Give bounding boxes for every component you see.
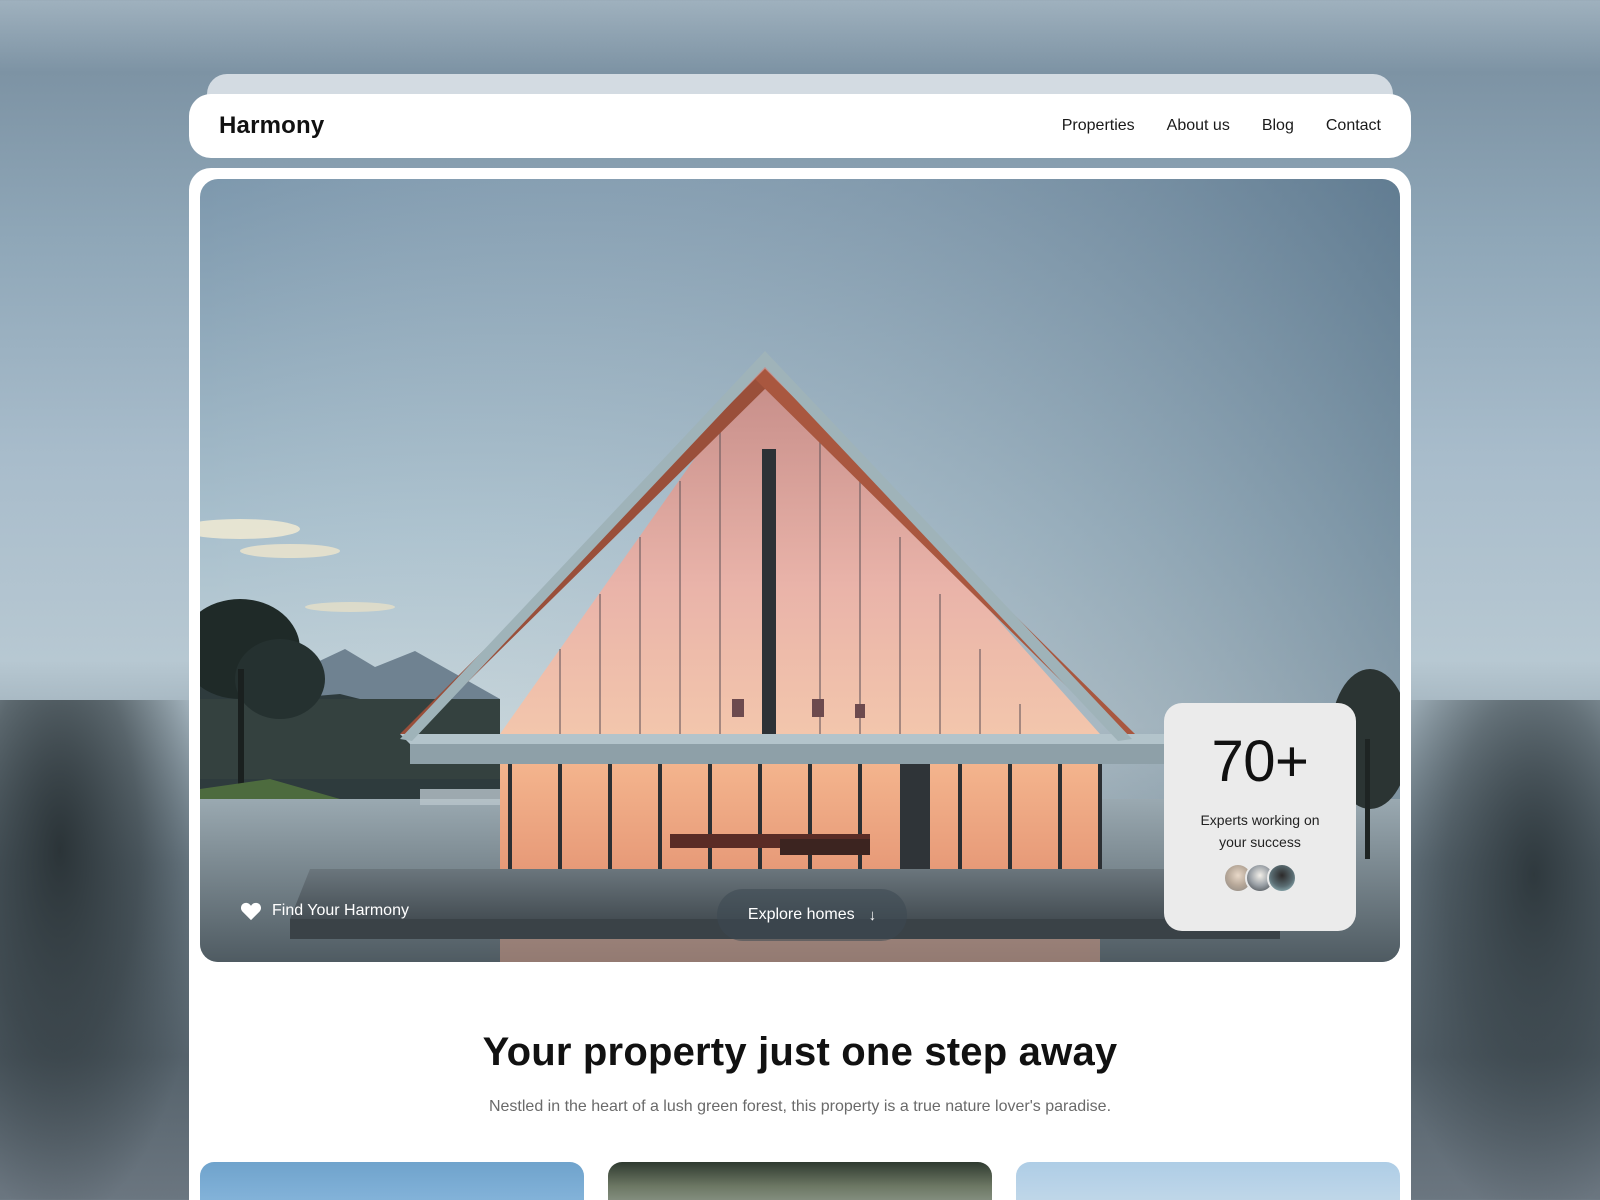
background-blur-right (1380, 700, 1600, 1200)
nav-links: Properties About us Blog Contact (1062, 117, 1381, 135)
property-card[interactable] (1016, 1162, 1400, 1200)
property-card[interactable] (200, 1162, 584, 1200)
avatar (1267, 863, 1297, 893)
nav-link-blog[interactable]: Blog (1262, 117, 1294, 135)
heart-icon (240, 902, 262, 921)
explore-homes-button[interactable]: Explore homes ↓ (717, 889, 907, 941)
stat-caption: Experts working on your success (1200, 812, 1320, 850)
hero-tagline-text: Find Your Harmony (272, 902, 409, 919)
section-title: Your property just one step away (482, 1030, 1118, 1074)
stat-value: 70+ (1211, 729, 1309, 794)
hero-section: Find Your Harmony Explore homes ↓ 70+ Ex… (200, 179, 1400, 962)
experts-stat-card: 70+ Experts working on your success (1164, 703, 1356, 931)
property-cards (200, 1162, 1400, 1200)
main-content: Find Your Harmony Explore homes ↓ 70+ Ex… (189, 168, 1411, 1200)
nav-link-properties[interactable]: Properties (1062, 117, 1135, 135)
navbar: Harmony Properties About us Blog Contact (189, 94, 1411, 158)
explore-homes-label: Explore homes (747, 906, 855, 923)
nav-link-contact[interactable]: Contact (1326, 117, 1381, 135)
arrow-down-icon: ↓ (868, 906, 877, 924)
background-blur-left (0, 700, 200, 1200)
section-subtitle: Nestled in the heart of a lush green for… (488, 1098, 1112, 1115)
property-card[interactable] (608, 1162, 992, 1200)
avatar-group (1223, 863, 1297, 893)
hero-tagline: Find Your Harmony (240, 901, 409, 921)
nav-link-about-us[interactable]: About us (1167, 117, 1230, 135)
brand-logo[interactable]: Harmony (219, 112, 324, 140)
